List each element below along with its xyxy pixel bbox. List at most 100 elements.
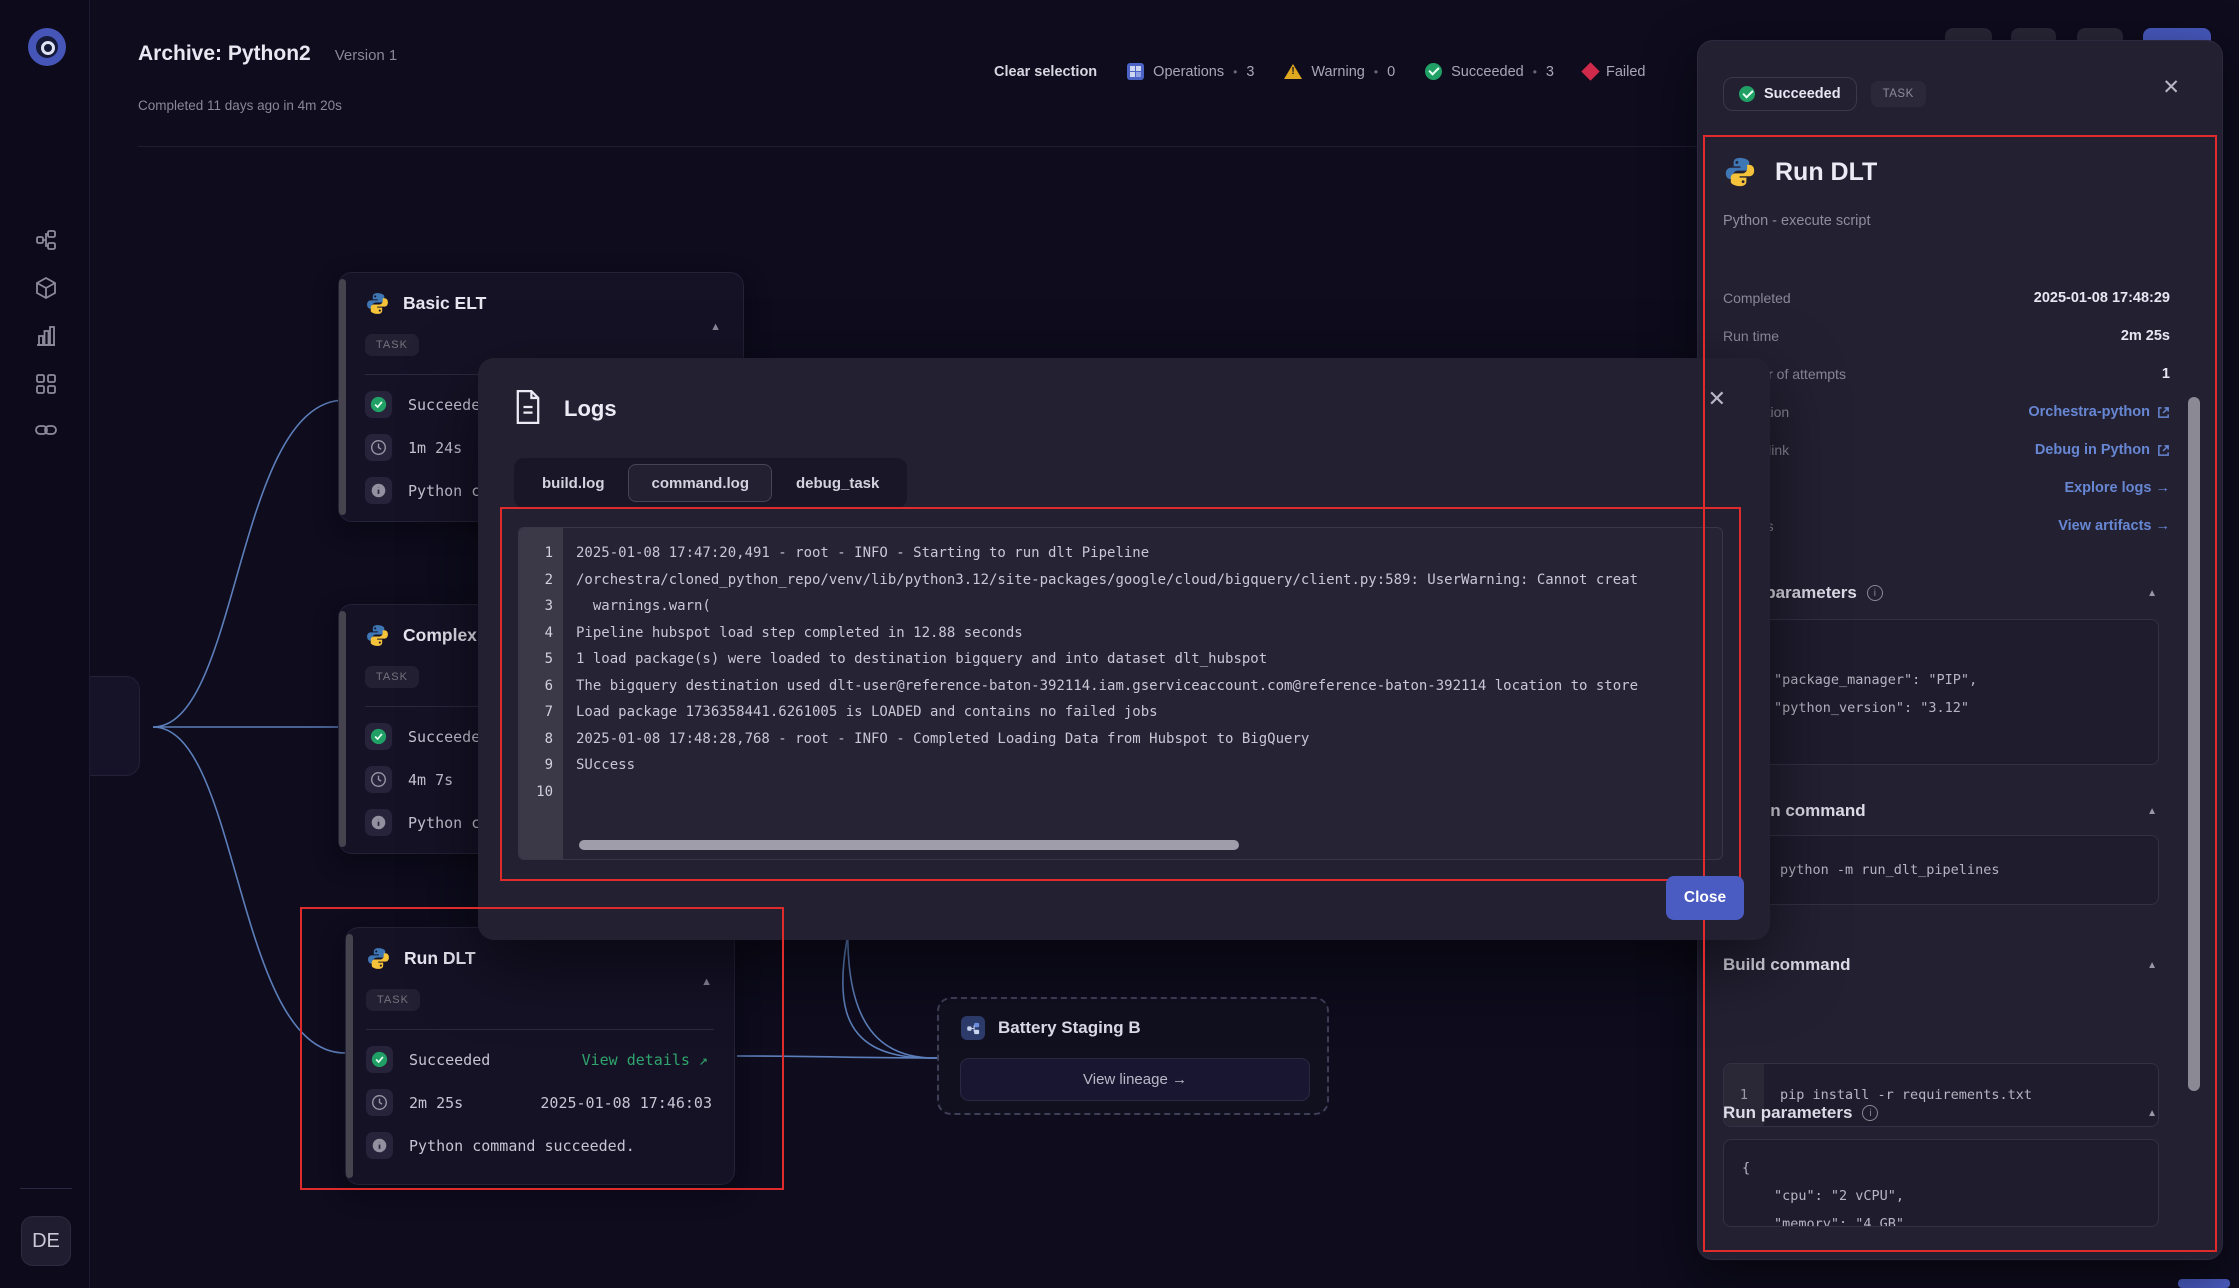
view-artifacts-link[interactable]: View artifacts → — [2058, 518, 2170, 534]
vertical-scrollbar[interactable] — [2188, 397, 2200, 1091]
task-parameters-code: { "package_manager": "PIP", "python_vers… — [1723, 619, 2159, 765]
info-icon — [365, 809, 392, 836]
view-details-link[interactable]: View details ↗ — [582, 1051, 714, 1069]
log-line: 2025-01-08 17:47:20,491 - root - INFO - … — [576, 545, 1150, 561]
log-tabs: build.log command.log debug_task — [514, 458, 908, 508]
pipeline-node-battery-staging-b[interactable]: Battery Staging B View lineage → — [937, 997, 1329, 1115]
collapse-icon[interactable]: ▲ — [701, 976, 712, 988]
panel-badges: Succeeded TASK — [1723, 77, 1926, 111]
detail-row-artifacts: Artifacts View artifacts → — [1723, 507, 2170, 545]
node-title: Basic ELT — [403, 293, 487, 313]
panel-subtitle: Python - execute script — [1723, 213, 1871, 229]
horizontal-scrollbar[interactable] — [579, 840, 1239, 850]
log-line: SUccess — [576, 757, 636, 773]
info-icon: i — [1862, 1105, 1879, 1121]
node-runtime: 1m 24s — [408, 438, 463, 457]
node-title: Complex — [403, 625, 477, 645]
link-icon[interactable] — [34, 418, 58, 442]
section-run-parameters: Run parameters i ▲ — [1723, 1103, 2157, 1122]
tab-build-log[interactable]: build.log — [520, 464, 626, 502]
node-title-row: Basic ELT — [365, 291, 723, 316]
detail-row-debug-link: Debug link Debug in Python — [1723, 431, 2170, 469]
node-title: Run DLT — [404, 948, 476, 968]
check-circle-icon — [1739, 86, 1755, 102]
info-icon: i — [1866, 585, 1883, 601]
bottom-action-button[interactable] — [2178, 1279, 2230, 1288]
log-line: /orchestra/cloned_python_repo/venv/lib/p… — [576, 571, 1639, 588]
close-icon[interactable]: ✕ — [2162, 75, 2180, 100]
integration-link[interactable]: Orchestra-python — [2028, 404, 2170, 420]
external-link-icon — [2158, 406, 2169, 418]
close-icon[interactable]: ✕ — [1708, 386, 1726, 412]
check-circle-icon — [365, 723, 392, 750]
tab-debug-task[interactable]: debug_task — [774, 464, 901, 502]
python-icon — [367, 293, 388, 314]
section-task-parameters: Task parameters i ▲ — [1723, 583, 2157, 602]
log-line: 1 load package(s) were loaded to destina… — [576, 651, 1268, 667]
node-message-row: Python command succeeded. — [366, 1132, 714, 1159]
sidebar-divider — [20, 1188, 72, 1189]
app-screen: DE Archive: Python2 Version 1 Completed … — [0, 0, 2239, 1288]
collapse-icon[interactable]: ▲ — [2147, 806, 2157, 817]
section-build-command: Build command ▲ — [1723, 955, 2157, 974]
clock-icon — [366, 1089, 393, 1116]
node-title-row: Run DLT — [366, 946, 714, 971]
detail-row-logs: Logs Explore logs → — [1723, 469, 2170, 507]
log-content: 2025-01-08 17:47:20,491 - root - INFO - … — [576, 540, 1716, 805]
task-badge: TASK — [365, 334, 419, 356]
node-runtime-row: 2m 25s 2025-01-08 17:46:03 — [366, 1089, 714, 1116]
code-line: python -m run_dlt_pipelines — [1780, 862, 2000, 878]
detail-row-completed: Completed 2025-01-08 17:48:29 — [1723, 290, 2170, 306]
bar-chart-icon[interactable] — [34, 324, 58, 348]
sidebar: DE — [0, 0, 90, 1288]
task-badge: TASK — [365, 666, 419, 688]
node-timestamp: 2025-01-08 17:46:03 — [540, 1093, 712, 1112]
user-avatar[interactable]: DE — [21, 1216, 71, 1266]
cube-icon[interactable] — [34, 276, 58, 300]
collapse-icon[interactable]: ▲ — [2147, 960, 2157, 971]
grid-icon[interactable] — [34, 372, 58, 396]
python-icon — [367, 625, 388, 646]
python-icon — [368, 948, 389, 969]
detail-row-runtime: Run time 2m 25s — [1723, 328, 2170, 344]
panel-title: Run DLT — [1775, 157, 1878, 186]
collapse-icon[interactable]: ▲ — [2147, 1108, 2157, 1119]
node-title-row: Battery Staging B — [961, 1016, 1327, 1040]
explore-logs-link[interactable]: Explore logs → — [2064, 480, 2170, 496]
log-line: 2025-01-08 17:48:28,768 - root - INFO - … — [576, 730, 1310, 747]
document-icon — [516, 390, 540, 424]
node-divider — [366, 1029, 714, 1030]
log-line: Pipeline hubspot load step completed in … — [576, 624, 1023, 641]
app-logo-icon[interactable] — [28, 28, 66, 66]
task-node-run-dlt[interactable]: Run DLT ▲ TASK Succeeded View details ↗ … — [345, 927, 735, 1185]
node-title: Battery Staging B — [998, 1018, 1141, 1037]
logs-modal: Logs ✕ build.log command.log debug_task … — [478, 358, 1770, 940]
type-badge: TASK — [1870, 81, 1926, 107]
log-line: warnings.warn( — [576, 598, 711, 614]
python-icon — [1725, 157, 1755, 187]
clock-icon — [365, 766, 392, 793]
debug-link[interactable]: Debug in Python — [2035, 442, 2170, 458]
pipeline-icon[interactable] — [34, 228, 58, 252]
log-line-numbers: 12 34 56 78 9 10 — [519, 528, 563, 859]
node-runtime: 4m 7s — [408, 770, 454, 789]
task-badge: TASK — [366, 989, 420, 1011]
check-circle-icon — [365, 391, 392, 418]
collapse-icon[interactable]: ▲ — [2147, 588, 2157, 599]
detail-rows: Completed 2025-01-08 17:48:29 Run time 2m … — [1723, 279, 2170, 545]
section-python-command: Python command ▲ — [1723, 801, 2157, 820]
log-viewer[interactable]: 12 34 56 78 9 10 2025-01-08 17:47:20,491 … — [518, 527, 1723, 860]
node-status: Succeeded — [409, 1050, 491, 1069]
view-lineage-button[interactable]: View lineage → — [960, 1058, 1310, 1101]
info-icon — [366, 1132, 393, 1159]
log-line: Load package 1736358441.6261005 is LOADE… — [576, 704, 1158, 720]
close-button[interactable]: Close — [1666, 876, 1744, 920]
check-circle-icon — [366, 1046, 393, 1073]
tab-command-log[interactable]: command.log — [628, 464, 772, 502]
clock-icon — [365, 434, 392, 461]
node-status-row: Succeeded View details ↗ — [366, 1046, 714, 1073]
modal-title: Logs — [564, 396, 617, 421]
collapse-icon[interactable]: ▲ — [710, 321, 721, 333]
log-line: The bigquery destination used dlt-user@r… — [576, 677, 1639, 694]
panel-title-row: Run DLT — [1723, 155, 1877, 189]
